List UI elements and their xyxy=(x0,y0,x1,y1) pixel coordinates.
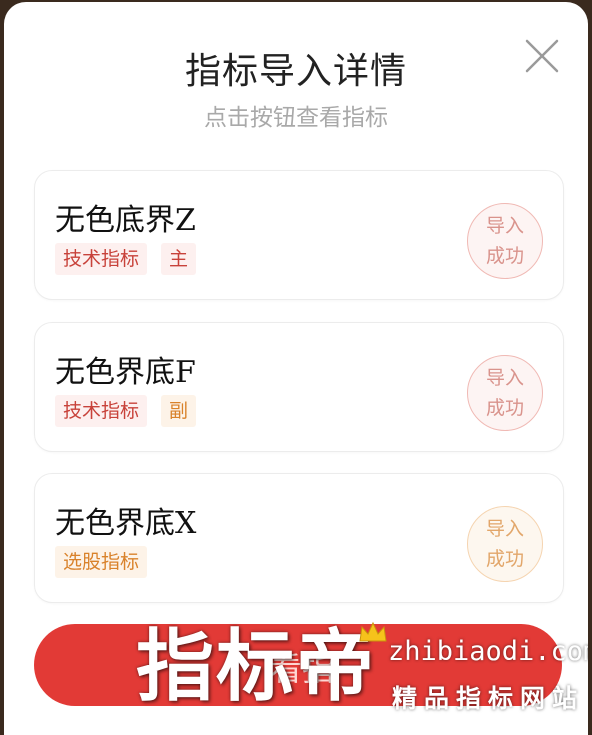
tag-list: 技术指标 副 xyxy=(55,395,197,427)
dialog-title: 指标导入详情 xyxy=(184,51,407,92)
dialog-subtitle: 点击按钮查看指标 xyxy=(204,105,388,131)
indicator-card[interactable]: 无色界底X 选股指标 导入 成功 xyxy=(34,473,564,603)
tag-type: 技术指标 xyxy=(55,243,148,275)
watermark-domain: zhibiaodi.com xyxy=(388,636,588,667)
tag-list: 选股指标 xyxy=(55,546,148,578)
status-badge: 导入 成功 xyxy=(467,203,543,279)
indicator-card[interactable]: 无色界底F 技术指标 副 导入 成功 xyxy=(34,322,564,452)
tag-list: 技术指标 主 xyxy=(55,243,197,275)
crown-icon xyxy=(359,621,387,642)
indicator-name: 无色界底F xyxy=(55,355,196,390)
close-icon[interactable] xyxy=(524,38,560,74)
status-badge: 导入 成功 xyxy=(467,506,543,582)
import-details-dialog: 指标导入详情 点击按钮查看指标 无色底界Z 技术指标 主 导入 成功 无色界底F… xyxy=(4,2,588,735)
indicator-name: 无色界底X xyxy=(55,506,197,541)
tag-type: 选股指标 xyxy=(55,546,148,578)
status-badge: 导入 成功 xyxy=(467,355,543,431)
indicator-name: 无色底界Z xyxy=(55,203,196,238)
watermark-logo-text: 指标帝 xyxy=(136,622,377,712)
indicator-card[interactable]: 无色底界Z 技术指标 主 导入 成功 xyxy=(34,170,564,300)
watermark-tagline: 精品指标网站 xyxy=(392,684,585,713)
tag-type: 技术指标 xyxy=(55,395,148,427)
tag-role: 副 xyxy=(161,395,197,427)
tag-role: 主 xyxy=(161,243,197,275)
